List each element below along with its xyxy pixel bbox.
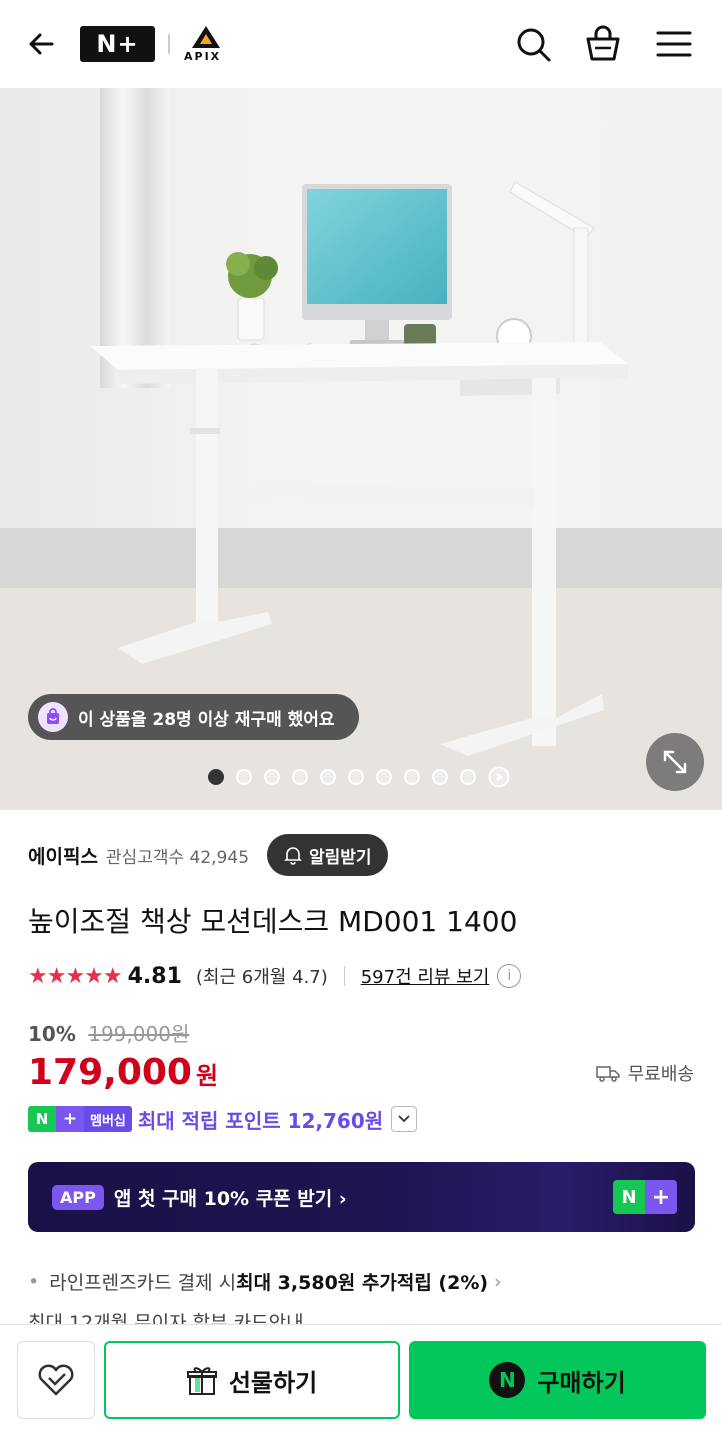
heart-check-icon xyxy=(38,1364,74,1396)
rating-row: ★★★★★ 4.81 (최근 6개월 4.7) 597건 리뷰 보기 i xyxy=(28,960,522,992)
store-name[interactable]: 에이픽스 xyxy=(28,842,98,869)
carousel-dot[interactable] xyxy=(404,769,420,785)
shipping-info: 무료배송 xyxy=(596,1060,694,1086)
chevron-right-icon: › xyxy=(494,1270,502,1293)
shopping-bag-badge-icon xyxy=(38,702,68,732)
search-icon[interactable] xyxy=(513,24,553,64)
card-benefit-line[interactable]: • 라인프렌즈카드 결제 시 최대 3,580원 추가적립 (2%) › xyxy=(28,1268,502,1295)
buy-label: 구매하기 xyxy=(537,1368,626,1397)
shopping-bag-icon[interactable] xyxy=(583,24,623,64)
expand-icon xyxy=(663,750,687,774)
store-logo-text: APIX xyxy=(184,50,222,63)
buy-button[interactable]: N 구매하기 xyxy=(409,1341,706,1419)
nplus-membership-badge: N + 멤버십 xyxy=(28,1106,132,1132)
store-info-row: 에이픽스 관심고객수 42,945 알림받기 xyxy=(28,834,388,876)
recent-rating: (최근 6개월 4.7) xyxy=(195,967,328,988)
membership-points-text: 최대 적립 포인트 12,760원 xyxy=(137,1108,384,1133)
truck-icon xyxy=(596,1066,620,1082)
divider xyxy=(343,966,345,986)
sale-price: 179,000 xyxy=(28,1052,192,1093)
price-row: 179,000 원 xyxy=(28,1052,218,1093)
nplus-app-logo-icon: N + xyxy=(613,1180,677,1214)
original-price: 199,000원 xyxy=(88,1022,190,1046)
info-icon[interactable]: i xyxy=(497,964,522,988)
discount-rate: 10% xyxy=(28,1022,76,1046)
carousel-dot[interactable] xyxy=(460,769,476,785)
carousel-dot[interactable] xyxy=(376,769,392,785)
carousel-dot[interactable] xyxy=(236,769,252,785)
top-header: N+ APIX xyxy=(0,0,722,88)
app-coupon-banner[interactable]: APP 앱 첫 구매 10% 쿠폰 받기 › N + xyxy=(28,1162,695,1232)
rebuy-badge: 이 상품을 28명 이상 재구매 했어요 xyxy=(28,694,359,740)
carousel-dot[interactable] xyxy=(320,769,336,785)
app-coupon-text: 앱 첫 구매 10% 쿠폰 받기 › xyxy=(113,1187,347,1210)
product-title: 높이조절 책상 모션데스크 MD001 1400 xyxy=(28,905,518,938)
app-logo-plus: + xyxy=(645,1180,677,1214)
alarm-label: 알림받기 xyxy=(309,847,372,868)
carousel-dot[interactable] xyxy=(432,769,448,785)
rating-score: 4.81 xyxy=(127,963,182,989)
expand-image-button[interactable] xyxy=(646,733,704,791)
carousel-dot[interactable] xyxy=(348,769,364,785)
nplus-store-logo[interactable]: N+ xyxy=(80,26,155,62)
logo-divider xyxy=(168,34,170,54)
shipping-label: 무료배송 xyxy=(627,1064,694,1085)
badge-n: N xyxy=(28,1106,56,1132)
rebuy-text: 이 상품을 28명 이상 재구매 했어요 xyxy=(78,709,335,730)
card-benefit-amount: 최대 3,580원 추가적립 (2%) xyxy=(236,1272,489,1294)
video-play-icon[interactable] xyxy=(488,766,510,788)
card-benefit-prefix: 라인프렌즈카드 결제 시 xyxy=(49,1272,237,1294)
membership-points-row[interactable]: N + 멤버십 최대 적립 포인트 12,760원 xyxy=(28,1104,418,1134)
bottom-action-bar: 선물하기 N 구매하기 xyxy=(0,1324,722,1440)
bell-plus-icon xyxy=(284,847,302,865)
carousel-dot[interactable] xyxy=(264,769,280,785)
gift-icon xyxy=(186,1367,217,1395)
carousel-dot[interactable] xyxy=(292,769,308,785)
star-rating-icon: ★★★★★ xyxy=(28,963,123,989)
gift-button[interactable]: 선물하기 xyxy=(104,1341,400,1419)
carousel-indicators xyxy=(208,766,510,788)
app-badge: APP xyxy=(52,1184,104,1210)
fan-count: 관심고객수 42,945 xyxy=(105,847,250,868)
review-link[interactable]: 597건 리뷰 보기 xyxy=(361,963,490,989)
wishlist-button[interactable] xyxy=(17,1341,95,1419)
discount-row: 10% 199,000원 xyxy=(28,1018,189,1047)
badge-plus: + xyxy=(56,1106,84,1132)
badge-label: 멤버십 xyxy=(84,1106,132,1132)
chevron-down-icon[interactable] xyxy=(391,1106,418,1132)
currency-unit: 원 xyxy=(195,1062,219,1090)
back-arrow-icon[interactable] xyxy=(22,24,62,64)
app-logo-n: N xyxy=(613,1180,645,1214)
carousel-dot[interactable] xyxy=(208,769,224,785)
menu-icon[interactable] xyxy=(654,24,694,64)
subscribe-alarm-button[interactable]: 알림받기 xyxy=(267,834,388,876)
naver-pay-icon: N xyxy=(489,1362,526,1398)
gift-label: 선물하기 xyxy=(228,1368,318,1397)
bullet-dot: • xyxy=(28,1270,40,1293)
product-image-carousel[interactable]: 이 상품을 28명 이상 재구매 했어요 xyxy=(0,88,722,810)
